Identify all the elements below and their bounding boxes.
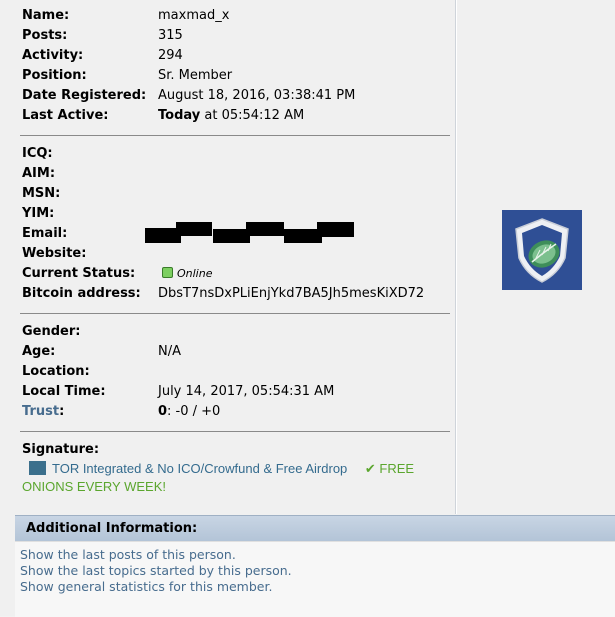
trust-rest: : -0 / +0 [167,404,221,419]
gender-label: Gender: [22,324,81,339]
trust-value: 0: -0 / +0 [158,402,220,422]
position-label: Position: [22,68,87,83]
additional-info-header: Additional Information: [15,515,615,541]
name-label: Name: [22,8,70,23]
divider [20,431,450,432]
last-active-label: Last Active: [22,108,109,123]
signature-line-2[interactable]: ONIONS EVERY WEEK! [22,478,166,496]
signature-line-1: TOR Integrated & No ICO/Crowfund & Free … [22,460,452,478]
registered-value: August 18, 2016, 03:38:41 PM [158,88,356,103]
trust-colon: : [59,404,65,419]
redaction-block [246,222,284,236]
statistics-link[interactable]: Show general statistics for this member. [20,579,272,595]
email-label: Email: [22,226,68,241]
trust-score: 0 [158,404,168,419]
status-value: Online [162,264,212,284]
avatar [502,210,582,290]
age-value: N/A [158,344,181,359]
last-active-value: Today at 05:54:12 AM [158,106,304,126]
yim-label: YIM: [22,206,55,221]
bitcoin-value: DbsT7nsDxPLiEnjYkd7BA5Jh5mesKiXD72 [158,286,425,301]
profile-frame: Name: maxmad_x Posts: 315 Activity: 294 … [0,0,615,617]
trust-label: Trust: [22,402,64,422]
additional-info-title: Additional Information: [26,521,198,536]
website-label: Website: [22,246,87,261]
last-active-time: at 05:54:12 AM [200,108,305,123]
posts-label: Posts: [22,28,68,43]
signature-link[interactable]: TOR Integrated & No ICO/Crowfund & Free … [52,461,347,476]
posts-value: 315 [158,28,183,43]
activity-value: 294 [158,48,183,63]
redaction-block [317,222,354,237]
position-value: Sr. Member [158,68,233,83]
signature-logo-icon [29,461,46,475]
location-label: Location: [22,364,90,379]
local-time-label: Local Time: [22,384,106,399]
signature-check[interactable]: ✔ FREE [365,461,414,476]
online-dot-icon [162,267,173,278]
additional-info-body: Show the last posts of this person. Show… [15,541,615,617]
activity-label: Activity: [22,48,84,63]
last-posts-link[interactable]: Show the last posts of this person. [20,547,236,563]
signature-label: Signature: [22,442,100,457]
redaction-block [213,229,250,243]
msn-label: MSN: [22,186,61,201]
bitcoin-label: Bitcoin address: [22,286,141,301]
shield-leaf-icon [502,210,582,290]
redaction-block [176,222,212,236]
local-time-value: July 14, 2017, 05:54:31 AM [158,384,335,399]
name-value: maxmad_x [158,8,230,23]
age-label: Age: [22,344,56,359]
divider [20,135,450,136]
last-topics-link[interactable]: Show the last topics started by this per… [20,563,292,579]
trust-link[interactable]: Trust [22,404,59,419]
divider [20,313,450,314]
icq-label: ICQ: [22,146,53,161]
last-active-today: Today [158,108,201,123]
registered-label: Date Registered: [22,88,147,103]
status-label: Current Status: [22,266,136,281]
status-text: Online [177,267,213,280]
aim-label: AIM: [22,166,56,181]
profile-details-panel: Name: maxmad_x Posts: 315 Activity: 294 … [0,0,456,514]
